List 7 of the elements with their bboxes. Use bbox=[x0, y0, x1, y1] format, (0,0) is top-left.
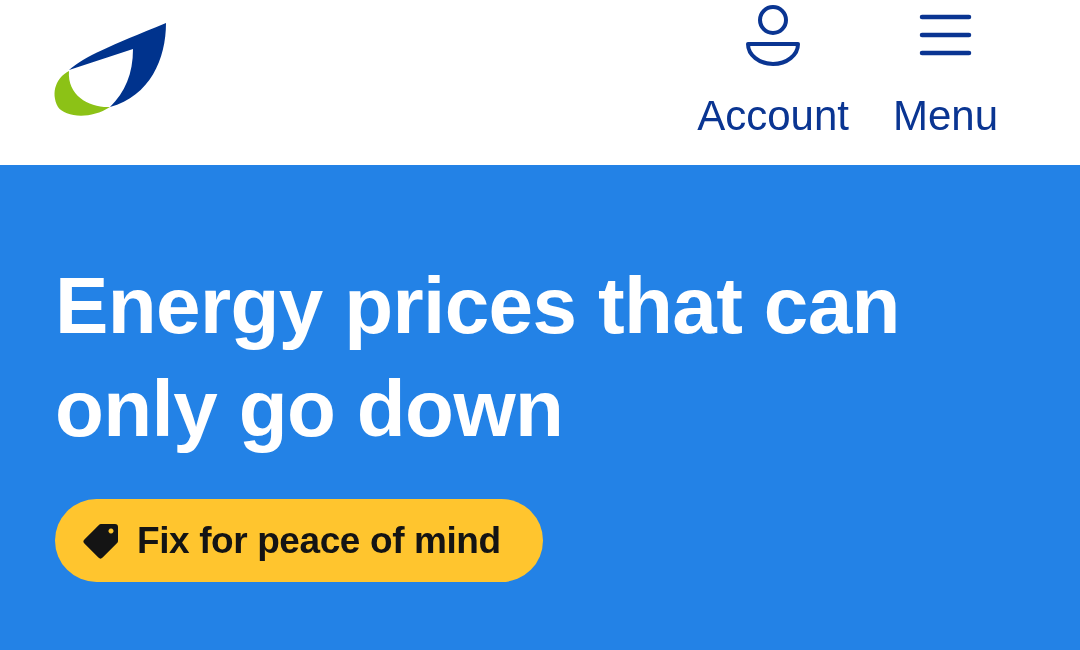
hero-heading: Energy prices that can only go down bbox=[55, 260, 901, 455]
account-icon bbox=[744, 4, 803, 66]
menu-button[interactable]: Menu bbox=[892, 4, 998, 140]
account-button[interactable]: Account bbox=[697, 4, 849, 140]
feature-tag: Fix for peace of mind bbox=[55, 499, 543, 582]
menu-icon bbox=[918, 14, 972, 56]
tag-icon bbox=[83, 522, 119, 559]
